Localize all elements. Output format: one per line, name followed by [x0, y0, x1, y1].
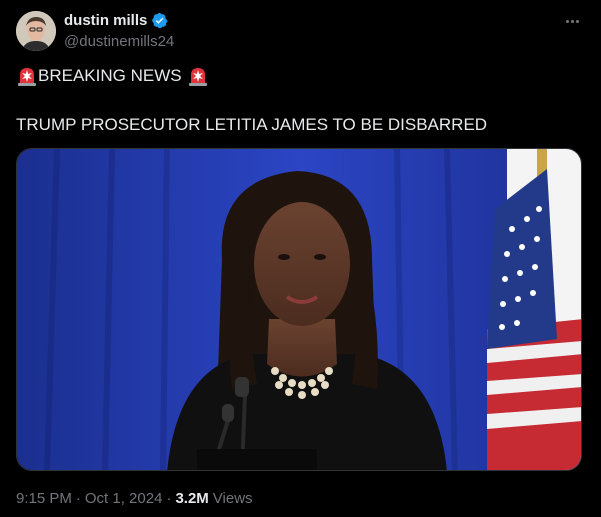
- views-count[interactable]: 3.2M: [175, 490, 208, 507]
- avatar[interactable]: [16, 11, 56, 51]
- author-name-row[interactable]: dustin mills: [64, 12, 168, 29]
- photo-speaker-at-podium: [17, 149, 581, 470]
- avatar-image: [16, 11, 56, 51]
- author-handle[interactable]: @dustinemills24: [64, 33, 174, 50]
- meta-separator: ·: [75, 490, 81, 507]
- tweet-media-image[interactable]: [16, 148, 582, 471]
- tweet-meta: 9:15 PM · Oct 1, 2024 · 3.2M Views: [16, 490, 253, 507]
- police-siren-icon: [188, 68, 207, 86]
- more-options-icon[interactable]: [563, 12, 581, 30]
- tweet-text-breaking-news: BREAKING NEWS: [38, 66, 182, 85]
- tweet-text-line-1: BREAKING NEWS: [16, 65, 209, 87]
- tweet-time[interactable]: 9:15 PM: [16, 490, 72, 507]
- author-display-name[interactable]: dustin mills: [64, 12, 147, 29]
- tweet-date[interactable]: Oct 1, 2024: [85, 490, 163, 507]
- views-label[interactable]: Views: [213, 490, 253, 507]
- verified-badge-icon: [152, 12, 168, 29]
- meta-separator: ·: [166, 490, 172, 507]
- police-siren-icon: [18, 68, 36, 86]
- tweet-text-line-2: TRUMP PROSECUTOR LETITIA JAMES TO BE DIS…: [16, 115, 488, 134]
